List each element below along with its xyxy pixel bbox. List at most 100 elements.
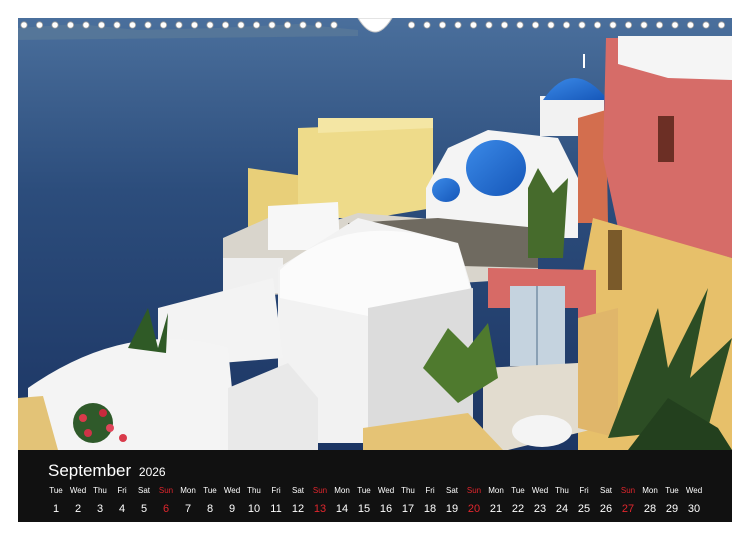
day-number: 28 <box>643 503 657 515</box>
day-number: 13 <box>313 503 327 515</box>
weekday-label: Mon <box>334 486 350 495</box>
day-number: 17 <box>401 503 415 515</box>
day-number: 22 <box>511 503 525 515</box>
day-cell: Sun 13 <box>309 486 331 517</box>
day-number: 12 <box>291 503 305 515</box>
day-cell: Sun 20 <box>463 486 485 517</box>
day-number: 9 <box>228 503 236 515</box>
day-cell: Sat 26 <box>595 486 617 517</box>
day-number: 25 <box>577 503 591 515</box>
weekday-label: Tue <box>511 486 525 495</box>
day-cell: Tue 22 <box>507 486 529 517</box>
calendar-bar: September 2026 Tue 1 Wed 2 Thu 3 Fri 4 Sat 5 Sun 6 M… <box>18 450 732 522</box>
day-cell: Sat 12 <box>287 486 309 517</box>
weekday-label: Sun <box>312 486 328 495</box>
day-number: 30 <box>687 503 701 515</box>
weekday-label: Sat <box>137 486 150 495</box>
weekday-label: Fri <box>117 486 127 495</box>
weekday-label: Mon <box>642 486 658 495</box>
weekday-label: Fri <box>271 486 281 495</box>
day-cell: Wed 2 <box>67 486 89 517</box>
weekday-label: Sun <box>620 486 636 495</box>
day-number: 20 <box>467 503 481 515</box>
day-cell: Thu 3 <box>89 486 111 517</box>
weekday-label: Thu <box>401 486 415 495</box>
day-cell: Fri 25 <box>573 486 595 517</box>
day-cell: Fri 11 <box>265 486 287 517</box>
weekday-label: Wed <box>377 486 395 495</box>
day-cell: Thu 24 <box>551 486 573 517</box>
spiral-binding-icon <box>20 18 726 33</box>
weekday-label: Sat <box>599 486 612 495</box>
weekday-label: Fri <box>425 486 435 495</box>
weekday-label: Wed <box>531 486 549 495</box>
weekday-label: Thu <box>247 486 261 495</box>
day-number: 27 <box>621 503 635 515</box>
weekday-label: Mon <box>180 486 196 495</box>
day-number: 1 <box>52 503 60 515</box>
day-number: 11 <box>270 503 282 515</box>
weekday-label: Tue <box>49 486 63 495</box>
month-name: September <box>48 461 132 480</box>
day-cell: Wed 9 <box>221 486 243 517</box>
day-cell: Wed 23 <box>529 486 551 517</box>
day-number: 29 <box>665 503 679 515</box>
day-cell: Sun 27 <box>617 486 639 517</box>
day-cell: Tue 1 <box>45 486 67 517</box>
day-cell: Mon 21 <box>485 486 507 517</box>
day-cell: Thu 17 <box>397 486 419 517</box>
day-cell: Wed 30 <box>683 486 705 517</box>
weekday-label: Wed <box>685 486 703 495</box>
day-number: 14 <box>335 503 349 515</box>
day-cell: Mon 7 <box>177 486 199 517</box>
weekday-label: Wed <box>223 486 241 495</box>
weekday-label: Tue <box>665 486 679 495</box>
day-number: 4 <box>118 503 126 515</box>
weekday-label: Thu <box>555 486 569 495</box>
day-cell: Wed 16 <box>375 486 397 517</box>
day-number: 19 <box>445 503 459 515</box>
day-number: 15 <box>357 503 371 515</box>
day-number: 2 <box>74 503 82 515</box>
day-cell: Sun 6 <box>155 486 177 517</box>
day-cell: Tue 15 <box>353 486 375 517</box>
weekday-label: Wed <box>69 486 87 495</box>
month-title: September 2026 <box>48 461 166 481</box>
day-number: 18 <box>423 503 437 515</box>
day-number: 23 <box>533 503 547 515</box>
weekday-label: Sat <box>291 486 304 495</box>
day-cell: Thu 10 <box>243 486 265 517</box>
day-cell: Fri 18 <box>419 486 441 517</box>
weekday-label: Sun <box>158 486 174 495</box>
calendar-page: September 2026 Tue 1 Wed 2 Thu 3 Fri 4 Sat 5 Sun 6 M… <box>0 0 750 540</box>
weekday-label: Thu <box>93 486 107 495</box>
weekday-label: Tue <box>203 486 217 495</box>
day-grid: Tue 1 Wed 2 Thu 3 Fri 4 Sat 5 Sun 6 Mon 7 Tue 8 Wed 9 Thu 1… <box>45 486 725 516</box>
day-number: 21 <box>489 503 503 515</box>
day-cell: Mon 14 <box>331 486 353 517</box>
weekday-label: Tue <box>357 486 371 495</box>
day-cell: Sat 5 <box>133 486 155 517</box>
day-number: 3 <box>96 503 104 515</box>
santorini-photo-art <box>18 18 732 450</box>
day-number: 16 <box>379 503 393 515</box>
hanger-hole-icon <box>357 18 393 33</box>
santorini-photo <box>18 18 732 450</box>
day-number: 5 <box>140 503 148 515</box>
day-number: 26 <box>599 503 613 515</box>
day-number: 10 <box>247 503 261 515</box>
year-label: 2026 <box>138 465 166 479</box>
day-number: 8 <box>206 503 214 515</box>
day-number: 24 <box>555 503 569 515</box>
day-cell: Mon 28 <box>639 486 661 517</box>
day-number: 7 <box>184 503 192 515</box>
day-cell: Tue 8 <box>199 486 221 517</box>
day-cell: Fri 4 <box>111 486 133 517</box>
day-cell: Tue 29 <box>661 486 683 517</box>
day-cell: Sat 19 <box>441 486 463 517</box>
day-number: 6 <box>162 503 170 515</box>
weekday-label: Mon <box>488 486 504 495</box>
weekday-label: Sun <box>466 486 482 495</box>
weekday-label: Sat <box>445 486 458 495</box>
weekday-label: Fri <box>579 486 589 495</box>
